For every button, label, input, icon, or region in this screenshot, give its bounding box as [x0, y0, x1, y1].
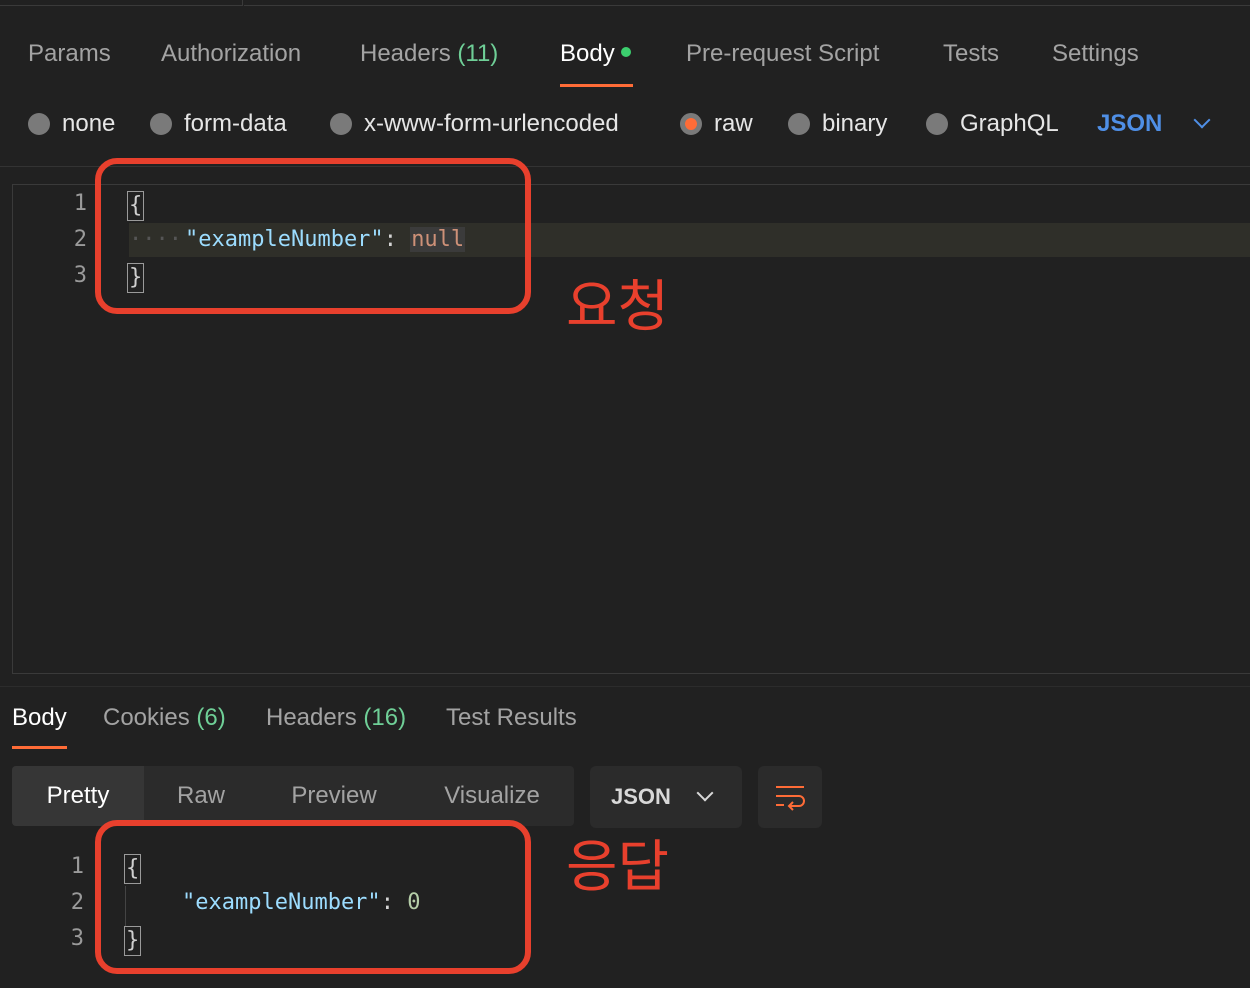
view-visualize-label: Visualize — [444, 782, 540, 809]
active-tab-underline — [12, 746, 67, 749]
mode-binary-label: binary — [822, 110, 888, 137]
tab-params[interactable]: Params — [28, 40, 111, 68]
radio-urlencoded[interactable] — [330, 113, 352, 135]
active-tab-underline — [560, 84, 633, 87]
response-view-toggle: Pretty Raw Preview Visualize — [12, 766, 574, 826]
tab-tests-label: Tests — [943, 40, 1000, 67]
line-number: 3 — [73, 263, 87, 288]
radio-none[interactable] — [28, 113, 50, 135]
tab-params-label: Params — [28, 40, 111, 67]
mode-raw-label: raw — [714, 110, 753, 137]
tab-body-label: Body — [560, 40, 615, 67]
line-number: 2 — [73, 227, 87, 252]
response-headers-count: (16) — [363, 704, 407, 731]
view-pretty-label: Pretty — [46, 782, 110, 809]
tab-tests[interactable]: Tests — [943, 40, 999, 68]
line-number: 1 — [73, 191, 87, 216]
tab-body[interactable]: Body — [560, 40, 633, 87]
tab-authorization[interactable]: Authorization — [161, 40, 301, 68]
mode-urlencoded[interactable]: x-www-form-urlencoded — [330, 110, 619, 138]
chevron-down-icon — [1193, 111, 1211, 129]
view-raw-label: Raw — [176, 782, 225, 809]
response-tab-headers-label: Headers — [266, 704, 357, 731]
response-tab-body-label: Body — [12, 704, 67, 731]
top-tab-strip — [0, 0, 1250, 6]
mode-graphql-label: GraphQL — [960, 110, 1059, 137]
mode-none-label: none — [62, 110, 116, 137]
mode-form-data-label: form-data — [184, 110, 287, 137]
tab-prerequest-label: Pre-request Script — [686, 40, 880, 67]
view-pretty[interactable]: Pretty — [12, 766, 144, 826]
response-tab-cookies-label: Cookies — [103, 704, 190, 731]
mode-urlencoded-label: x-www-form-urlencoded — [364, 110, 619, 137]
response-format-label: JSON — [611, 784, 671, 809]
view-visualize[interactable]: Visualize — [410, 766, 574, 826]
response-tabs: Body Cookies (6) Headers (16) Test Resul… — [0, 698, 1250, 754]
request-tabs: Params Authorization Headers (11) Body P… — [0, 32, 1250, 88]
tab-headers-label: Headers — [360, 40, 451, 67]
top-tab-left[interactable] — [0, 0, 243, 6]
body-mode-selector: none form-data x-www-form-urlencoded raw… — [0, 104, 1250, 148]
mode-graphql[interactable]: GraphQL — [926, 110, 1059, 138]
radio-form-data[interactable] — [150, 113, 172, 135]
radio-binary[interactable] — [788, 113, 810, 135]
request-annotation-box — [95, 158, 531, 314]
request-annotation-label: 요청 — [566, 275, 670, 340]
mode-form-data[interactable]: form-data — [150, 110, 287, 138]
response-tab-headers[interactable]: Headers (16) — [266, 704, 406, 732]
response-tab-body[interactable]: Body — [12, 704, 67, 749]
mode-binary[interactable]: binary — [788, 110, 887, 138]
response-annotation-label: 응답 — [566, 835, 670, 900]
line-number: 1 — [70, 854, 84, 879]
radio-raw[interactable] — [680, 113, 702, 135]
pane-divider[interactable] — [0, 686, 1250, 687]
headers-count: (11) — [457, 40, 499, 67]
top-tab-right — [244, 0, 1250, 6]
tab-settings-label: Settings — [1052, 40, 1139, 67]
body-format-dropdown[interactable]: JSON — [1097, 110, 1211, 138]
wrap-lines-icon — [776, 786, 805, 811]
chevron-down-icon — [696, 784, 714, 802]
line-number: 2 — [70, 890, 84, 915]
tab-authorization-label: Authorization — [161, 40, 302, 67]
response-tab-cookies[interactable]: Cookies (6) — [103, 704, 226, 732]
response-format-dropdown[interactable]: JSON — [590, 766, 742, 828]
tab-settings[interactable]: Settings — [1052, 40, 1139, 68]
line-number: 3 — [70, 926, 84, 951]
response-tab-test-results-label: Test Results — [446, 704, 577, 731]
wrap-lines-button[interactable] — [758, 766, 822, 828]
cookies-count: (6) — [196, 704, 226, 731]
view-preview-label: Preview — [291, 782, 377, 809]
tab-prerequest-script[interactable]: Pre-request Script — [686, 40, 879, 68]
body-format-label: JSON — [1097, 110, 1163, 137]
response-annotation-box — [95, 820, 531, 974]
mode-none[interactable]: none — [28, 110, 115, 138]
view-raw[interactable]: Raw — [144, 766, 258, 826]
response-tab-test-results[interactable]: Test Results — [446, 704, 577, 732]
tab-headers[interactable]: Headers (11) — [360, 40, 498, 68]
mode-raw[interactable]: raw — [680, 110, 753, 138]
radio-graphql[interactable] — [926, 113, 948, 135]
modified-dot-icon — [620, 46, 631, 57]
view-preview[interactable]: Preview — [258, 766, 410, 826]
